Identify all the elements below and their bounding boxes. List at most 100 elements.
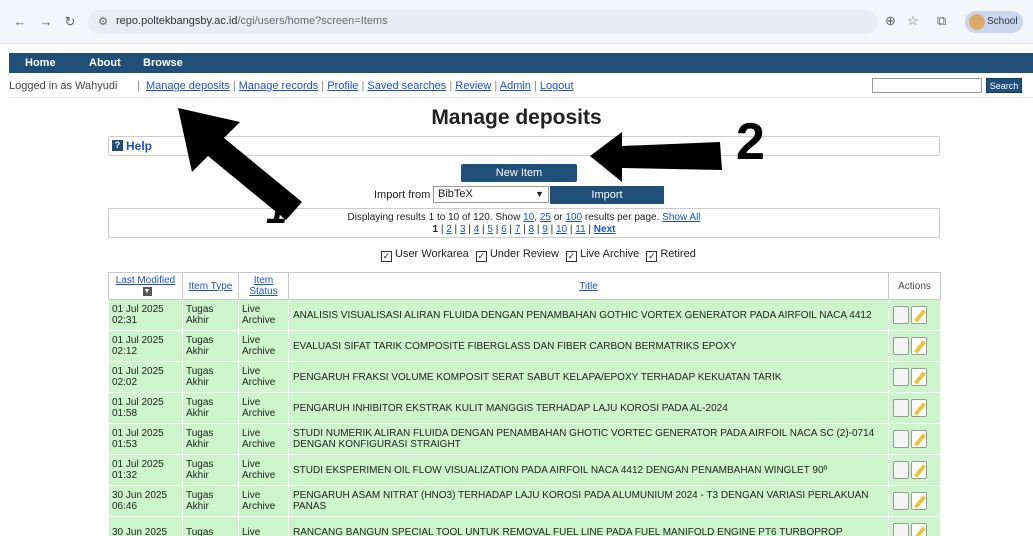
view-icon[interactable]	[893, 399, 909, 417]
page-link[interactable]: 9	[542, 224, 548, 235]
cell-title: EVALUASI SIFAT TARIK COMPOSITE FIBERGLAS…	[288, 330, 889, 362]
cell-date: 01 Jul 2025 01:32	[108, 454, 183, 486]
cell-actions	[888, 361, 941, 393]
show-100-link[interactable]: 100	[565, 212, 582, 223]
view-icon[interactable]	[893, 368, 909, 386]
view-icon[interactable]	[893, 461, 909, 479]
link-review[interactable]: Review	[455, 80, 491, 92]
results-text: Displaying results 1 to 10 of 120. Show	[347, 212, 521, 223]
col-last-modified[interactable]: Last Modified▼	[108, 272, 183, 300]
import-label: Import from	[374, 189, 431, 201]
nav-about[interactable]: About	[89, 57, 121, 69]
link-manage-records[interactable]: Manage records	[239, 80, 319, 92]
search-button[interactable]: Search	[986, 78, 1022, 93]
page-title: Manage deposits	[431, 106, 602, 129]
sort-desc-icon[interactable]: ▼	[142, 286, 152, 296]
forward-icon[interactable]: →	[38, 14, 54, 30]
filter-label: Live Archive	[579, 248, 640, 260]
checkbox-retired[interactable]: ✓	[646, 251, 658, 262]
view-icon[interactable]	[893, 337, 909, 355]
import-format-value: BibTeX	[438, 188, 473, 200]
edit-icon[interactable]	[911, 523, 927, 536]
back-icon[interactable]: ←	[12, 14, 28, 30]
page-link[interactable]: 11	[575, 224, 585, 235]
edit-icon[interactable]	[911, 399, 927, 417]
cell-type: Tugas Akhir	[182, 485, 239, 517]
filter-label: User Workarea	[395, 248, 469, 260]
cell-title: PENGARUH ASAM NITRAT (HNO3) TERHADAP LAJ…	[288, 485, 889, 517]
next-page-link[interactable]: Next	[594, 224, 616, 235]
results-suffix: results per page.	[584, 212, 660, 223]
page-link[interactable]: 3	[460, 224, 466, 235]
nav-browse[interactable]: Browse	[143, 57, 183, 69]
view-icon[interactable]	[893, 492, 909, 510]
bookmark-star-icon[interactable]: ☆	[907, 13, 919, 29]
checkbox-under-review[interactable]: ✓	[475, 251, 487, 262]
table-row: 01 Jul 2025 02:12 Tugas Akhir Live Archi…	[108, 330, 941, 362]
edit-icon[interactable]	[911, 306, 927, 324]
cell-status: Live	[238, 516, 289, 536]
show-10-link[interactable]: 10	[523, 212, 534, 223]
show-all-link[interactable]: Show All	[662, 212, 700, 223]
col-item-type[interactable]: Item Type	[182, 272, 239, 300]
table-row: 01 Jul 2025 01:53 Tugas Akhir Live Archi…	[108, 423, 941, 455]
edit-icon[interactable]	[911, 430, 927, 448]
show-25-link[interactable]: 25	[540, 212, 551, 223]
edit-icon[interactable]	[911, 337, 927, 355]
cell-status: Live Archive	[238, 330, 289, 362]
view-icon[interactable]	[893, 430, 909, 448]
cell-actions	[888, 454, 941, 486]
col-actions: Actions	[888, 272, 941, 300]
site-info-icon[interactable]: ⚙	[96, 15, 110, 29]
view-icon[interactable]	[893, 523, 909, 536]
cell-type: Tugas Akhir	[182, 454, 239, 486]
checkbox-user-workarea[interactable]: ✓	[381, 251, 392, 262]
address-bar[interactable]: ⚙ repo.poltekbangsby.ac.id/cgi/users/hom…	[88, 10, 878, 34]
cell-type: Tugas Akhir	[182, 423, 239, 455]
cell-date: 30 Jun 2025	[108, 516, 183, 536]
col-title[interactable]: Title	[288, 272, 889, 300]
cell-status: Live Archive	[238, 361, 289, 393]
current-page: 1	[432, 224, 439, 235]
page-link[interactable]: 6	[501, 224, 507, 235]
extensions-icon[interactable]: ⧉	[937, 13, 946, 29]
search-input[interactable]	[872, 78, 982, 93]
cell-date: 01 Jul 2025 02:02	[108, 361, 183, 393]
view-icon[interactable]	[893, 306, 909, 324]
page-link[interactable]: 10	[556, 224, 567, 235]
col-item-status[interactable]: Item Status	[238, 272, 289, 300]
edit-icon[interactable]	[911, 461, 927, 479]
reload-icon[interactable]: ↻	[62, 14, 78, 30]
cell-actions	[888, 516, 941, 536]
page-link[interactable]: 7	[515, 224, 521, 235]
status-filters: ✓ User Workarea ✓ Under Review ✓ Live Archi…	[377, 248, 696, 262]
cell-actions	[888, 330, 941, 362]
cell-status: Live Archive	[238, 299, 289, 331]
link-admin[interactable]: Admin	[500, 80, 531, 92]
logged-in-label: Logged in as Wahyudi	[9, 80, 118, 92]
page-link[interactable]: 5	[487, 224, 493, 235]
page-link[interactable]: 2	[446, 224, 452, 235]
edit-icon[interactable]	[911, 492, 927, 510]
cell-date: 01 Jul 2025 02:31	[108, 299, 183, 331]
edit-icon[interactable]	[911, 368, 927, 386]
help-label[interactable]: Help	[126, 139, 152, 153]
link-logout[interactable]: Logout	[540, 80, 574, 92]
avatar	[969, 14, 985, 30]
profile-button[interactable]: School	[965, 11, 1023, 33]
help-box[interactable]: ? Help	[108, 136, 940, 156]
annotation-label-2: 2	[736, 113, 765, 171]
new-item-button[interactable]: New Item	[461, 164, 577, 182]
nav-home[interactable]: Home	[25, 57, 56, 69]
help-icon: ?	[112, 140, 123, 151]
link-profile[interactable]: Profile	[327, 80, 358, 92]
link-saved-searches[interactable]: Saved searches	[367, 80, 446, 92]
import-format-select[interactable]: BibTeX ▼	[433, 186, 549, 203]
import-button[interactable]: Import	[550, 186, 664, 204]
user-links: | Manage deposits | Manage records | Pro…	[137, 80, 574, 92]
link-manage-deposits[interactable]: Manage deposits	[146, 80, 230, 92]
checkbox-live-archive[interactable]: ✓	[565, 251, 577, 262]
page-link[interactable]: 8	[529, 224, 535, 235]
page-link[interactable]: 4	[474, 224, 480, 235]
zoom-icon[interactable]: ⊕	[885, 13, 896, 29]
